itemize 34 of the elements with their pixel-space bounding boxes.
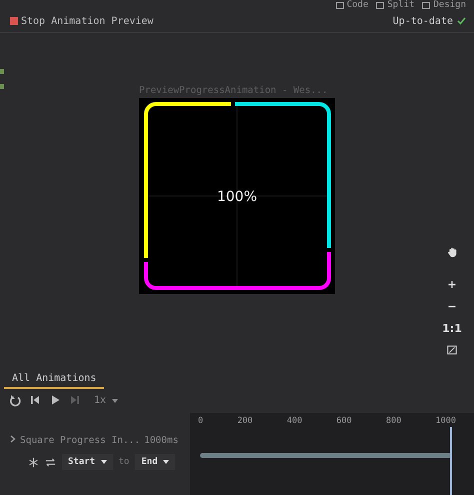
to-state-dropdown[interactable]: End: [135, 454, 176, 470]
zoom-button[interactable]: −: [442, 297, 462, 315]
animation-name: Square Progress In...: [20, 435, 140, 446]
check-icon: [457, 17, 466, 25]
timeline-tick: 600: [336, 416, 352, 428]
gutter-marker: [0, 84, 4, 89]
view-mode-tab[interactable]: Split: [376, 0, 414, 10]
status-text: Up-to-date: [392, 16, 453, 26]
zoom-button[interactable]: 1:1: [442, 319, 462, 337]
caret-icon: [112, 398, 118, 402]
from-state-dropdown[interactable]: Start: [62, 454, 113, 470]
speed-dropdown[interactable]: 1x: [88, 394, 118, 406]
pan-hand-icon[interactable]: [446, 246, 458, 258]
restart-button[interactable]: [8, 393, 22, 407]
swap-icon[interactable]: [45, 456, 56, 468]
timeline-tick: 400: [286, 416, 302, 428]
timeline-tick: 0: [198, 416, 204, 428]
gutter-marker: [0, 69, 4, 74]
timeline-tick: 800: [386, 416, 402, 428]
view-mode-tab[interactable]: Code: [336, 0, 368, 10]
animation-duration: 1000ms: [144, 435, 178, 446]
to-label: to: [118, 457, 130, 467]
skip-start-button[interactable]: [28, 393, 42, 407]
fit-screen-icon[interactable]: [446, 344, 458, 356]
freeze-icon[interactable]: [28, 456, 39, 468]
view-mode-tab[interactable]: Design: [422, 0, 466, 10]
zoom-button[interactable]: +: [442, 275, 462, 293]
progress-text: 100%: [216, 189, 258, 205]
stop-animation-button[interactable]: Stop Animation Preview: [10, 16, 154, 26]
animations-tab[interactable]: All Animations: [4, 373, 104, 389]
timeline-tick: 200: [237, 416, 253, 428]
caret-icon: [100, 460, 107, 464]
caret-icon: [163, 460, 170, 464]
timeline-tick: 1000: [436, 416, 456, 428]
